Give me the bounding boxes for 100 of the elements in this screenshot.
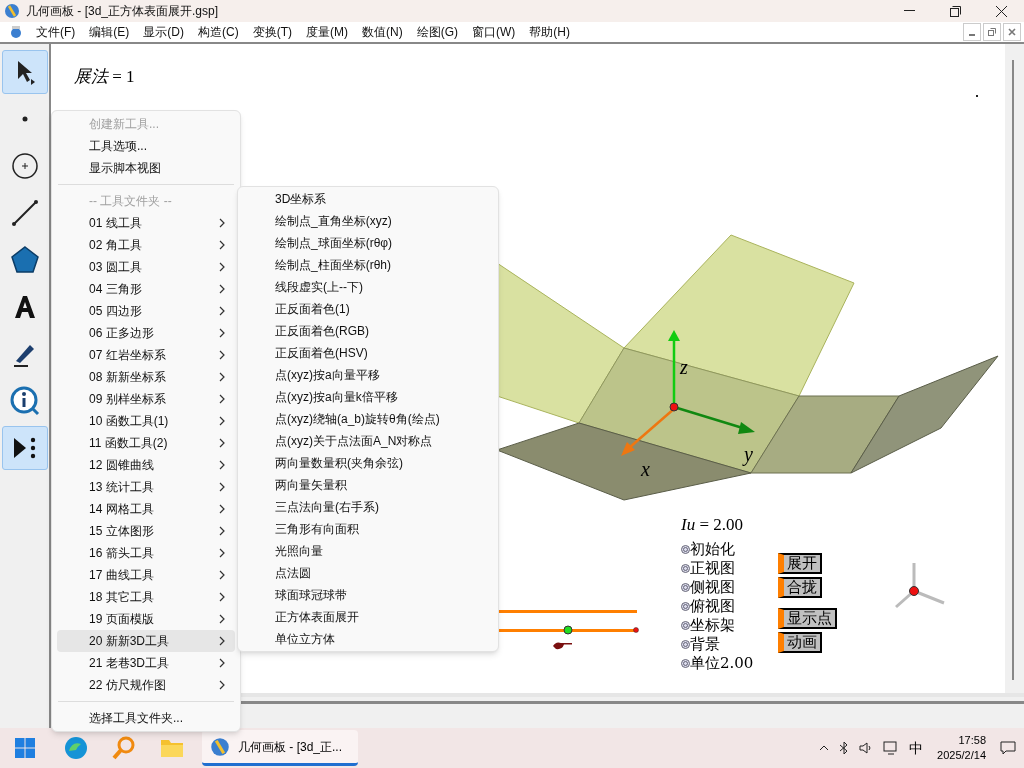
menu-item[interactable]: 17 曲线工具 — [57, 564, 235, 586]
action-marker-icon — [681, 601, 690, 611]
point-icon — [21, 116, 28, 122]
menu-item[interactable]: 22 仿尺规作图 — [57, 674, 235, 696]
close-icon — [1008, 28, 1016, 36]
menu-item[interactable]: 正方体表面展开 — [238, 606, 498, 628]
menu-item[interactable]: 构造(C) — [191, 23, 246, 41]
menu-item[interactable]: 显示脚本视图 — [52, 157, 240, 179]
menu-item[interactable]: 绘图(G) — [409, 23, 465, 41]
start-button[interactable] — [12, 735, 38, 761]
menu-item[interactable]: 09 别样坐标系 — [57, 388, 235, 410]
action-button[interactable]: 显示点 — [778, 608, 837, 629]
action-button[interactable]: 背景 — [681, 634, 754, 654]
menu-item[interactable]: 三点法向量(右手系) — [238, 496, 498, 518]
menu-item[interactable]: 13 统计工具 — [57, 476, 235, 498]
axis-label: z — [680, 355, 688, 380]
menu-item[interactable]: 20 新新3D工具 — [57, 630, 235, 652]
app-taskbar-button[interactable]: 几何画板 - [3d_正... — [202, 730, 358, 766]
menu-item[interactable]: 文件(F) — [29, 23, 83, 41]
clock[interactable]: 17:58 2025/2/14 — [937, 733, 986, 763]
menu-item[interactable]: 编辑(E) — [82, 23, 137, 41]
chevron-up-icon[interactable] — [819, 745, 830, 751]
menu-item[interactable]: 点(xyz)关于点法面A_N对称点 — [238, 430, 498, 452]
menu-item[interactable]: 点法圆 — [238, 562, 498, 584]
menu-item[interactable]: 正反面着色(1) — [238, 298, 498, 320]
menu-item[interactable]: 绘制点_柱面坐标(rθh) — [238, 254, 498, 276]
minimize-icon — [903, 10, 915, 12]
menu-item[interactable]: 绘制点_直角坐标(xyz) — [238, 210, 498, 232]
menu-item[interactable]: 07 红岩坐标系 — [57, 344, 235, 366]
action-button[interactable]: 单位2.00 — [681, 653, 754, 673]
input-method-indicator[interactable]: 中 — [909, 737, 924, 759]
menu-item[interactable]: 窗口(W) — [465, 23, 523, 41]
menu-item[interactable]: 12 圆锥曲线 — [57, 454, 235, 476]
menu-item[interactable]: 点(xyz)绕轴(a_b)旋转θ角(绘点) — [238, 408, 498, 430]
menu-item[interactable]: 光照向量 — [238, 540, 498, 562]
action-button[interactable]: 展开 — [778, 553, 822, 574]
action-button[interactable]: 正视图 — [681, 558, 754, 578]
menu-item[interactable]: 01 线工具 — [57, 212, 235, 234]
menu-item[interactable]: 单位立方体 — [238, 628, 498, 650]
menu-item[interactable]: 线段虚实(上--下) — [238, 276, 498, 298]
window-title: 几何画板 - [3d_正方体表面展开.gsp] — [26, 3, 219, 20]
action-button[interactable]: 初始化 — [681, 539, 754, 559]
menu-item[interactable]: 21 老巷3D工具 — [57, 652, 235, 674]
menu-item[interactable]: 3D坐标系 — [238, 188, 498, 210]
menu-item[interactable]: 正反面着色(RGB) — [238, 320, 498, 342]
menu-item[interactable]: 15 立体图形 — [57, 520, 235, 542]
menu-item[interactable]: 工具选项... — [52, 135, 240, 157]
menu-item[interactable]: 数值(N) — [355, 23, 410, 41]
slider-point-icon — [563, 625, 573, 635]
menu-item[interactable]: 点(xyz)按a向量k倍平移 — [238, 386, 498, 408]
menu-item[interactable]: 18 其它工具 — [57, 586, 235, 608]
menu-item[interactable]: 正反面着色(HSV) — [238, 342, 498, 364]
chevron-right-icon — [219, 284, 225, 294]
app-logo-icon — [4, 3, 20, 19]
menu-item[interactable]: 10 函数工具(1) — [57, 410, 235, 432]
menu-item[interactable]: 显示(D) — [136, 23, 191, 41]
orientation-gizmo-icon — [892, 561, 946, 611]
chevron-right-icon — [219, 372, 225, 382]
action-button[interactable]: 合拢 — [778, 577, 822, 598]
menu-item[interactable]: 球面球冠球带 — [238, 584, 498, 606]
tool-button[interactable] — [1, 50, 48, 94]
menu-item[interactable]: 03 圆工具 — [57, 256, 235, 278]
menu-item[interactable]: 05 四边形 — [57, 300, 235, 322]
menu-item[interactable]: 三角形有向面积 — [238, 518, 498, 540]
action-marker-icon — [681, 620, 690, 630]
action-button[interactable]: 坐标架 — [681, 615, 754, 635]
bluetooth-icon[interactable] — [839, 741, 850, 755]
close-button[interactable] — [1003, 23, 1021, 41]
menu-item[interactable]: 02 角工具 — [57, 234, 235, 256]
close-icon — [995, 5, 1007, 17]
menu-item[interactable]: 变换(T) — [245, 23, 299, 41]
menu-item[interactable]: 两向量矢量积 — [238, 474, 498, 496]
menu-item[interactable]: 06 正多边形 — [57, 322, 235, 344]
minimize-button[interactable] — [963, 23, 981, 41]
notification-icon[interactable] — [1000, 741, 1016, 755]
action-button[interactable]: 动画 — [778, 632, 822, 653]
menu-item[interactable]: 11 函数工具(2) — [57, 432, 235, 454]
speaker-icon[interactable] — [859, 741, 874, 755]
chevron-right-icon — [219, 350, 225, 360]
menu-item[interactable]: 16 箭头工具 — [57, 542, 235, 564]
document-icon — [9, 25, 23, 39]
chevron-right-icon — [219, 504, 225, 514]
action-button[interactable]: 侧视图 — [681, 577, 754, 597]
menu-item[interactable]: 点(xyz)按a向量平移 — [238, 364, 498, 386]
menu-item[interactable]: 14 网格工具 — [57, 498, 235, 520]
polygon-icon — [9, 245, 40, 275]
menu-item[interactable]: 选择工具文件夹... — [52, 707, 240, 729]
menu-item[interactable]: 19 页面模版 — [57, 608, 235, 630]
measurement-label: Iu = 2.00 — [681, 514, 744, 536]
menu-item[interactable]: 度量(M) — [299, 23, 355, 41]
menu-item[interactable]: 08 新新坐标系 — [57, 366, 235, 388]
action-marker-icon — [681, 582, 690, 592]
menu-item[interactable]: 04 三角形 — [57, 278, 235, 300]
menu-item[interactable]: 绘制点_球面坐标(rθφ) — [238, 232, 498, 254]
menu-item[interactable]: 帮助(H) — [522, 23, 577, 41]
action-button[interactable]: 俯视图 — [681, 596, 754, 616]
network-icon[interactable] — [883, 741, 900, 755]
tool-button[interactable] — [1, 426, 48, 470]
browser-taskbar-icon[interactable] — [62, 734, 90, 762]
menu-item[interactable]: 两向量数量积(夹角余弦) — [238, 452, 498, 474]
